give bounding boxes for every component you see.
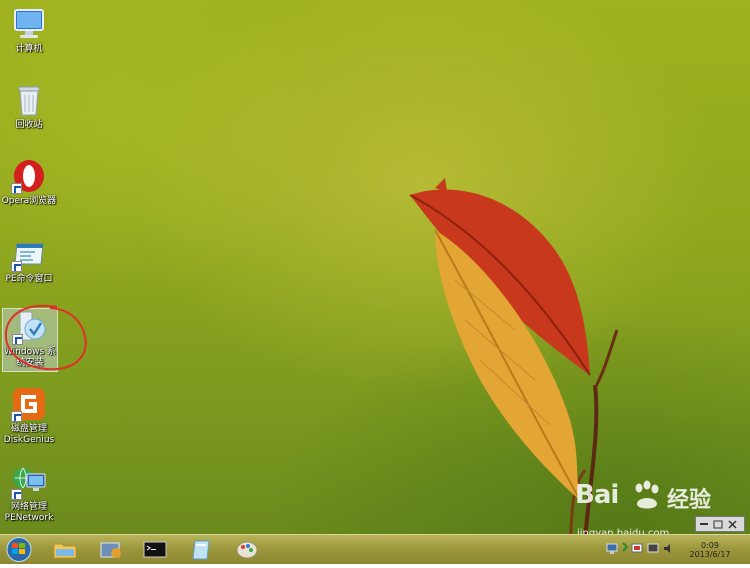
desktop-icon-label: PE命令窗口 <box>5 274 53 284</box>
pe-network-icon <box>11 464 47 500</box>
pe-command-window-icon <box>11 236 47 272</box>
flag-tray-icon[interactable] <box>631 543 643 553</box>
watermark-logo: Bai <box>575 480 619 510</box>
taskbar-clock[interactable]: 0:09 2013/6/17 <box>680 541 740 559</box>
taskbar-settings-app[interactable] <box>96 537 126 562</box>
clock-time: 0:09 <box>701 541 719 550</box>
computer-icon <box>11 6 47 42</box>
display-tray-icon[interactable] <box>647 543 659 553</box>
desktop-icon-windows-install[interactable]: Windows 系 统安装 <box>2 308 58 372</box>
desktop-icon-label: DiskGenius <box>3 435 55 445</box>
desktop-icon-label: 回收站 <box>15 120 43 130</box>
desktop-icon-diskgenius[interactable]: 磁盘管理 DiskGenius <box>0 386 58 446</box>
desktop-icon-label: 统安装 <box>16 358 44 368</box>
clock-date: 2013/6/17 <box>689 550 731 559</box>
volume-tray-icon[interactable] <box>664 544 670 553</box>
windows-start-orb-icon <box>6 537 32 562</box>
desktop-icon-pe-network[interactable]: 网络管理 PENetwork <box>0 464 58 524</box>
taskbar <box>0 534 750 564</box>
disk-image-icon <box>192 540 210 560</box>
desktop-icon-pe-command[interactable]: PE命令窗口 <box>0 236 58 285</box>
baidu-paw-icon <box>635 480 659 509</box>
watermark-title: 经验 <box>667 488 712 513</box>
shortcut-arrow-icon <box>11 489 22 500</box>
opera-browser-icon <box>11 158 47 194</box>
desktop-icon-computer[interactable]: 计算机 <box>0 6 58 55</box>
shortcut-arrow-icon <box>11 261 22 272</box>
taskbar-paint[interactable] <box>232 537 262 562</box>
folder-icon <box>53 543 77 559</box>
desktop-icon-label: Windows 系 <box>3 347 57 357</box>
start-button[interactable] <box>3 536 35 563</box>
diskgenius-icon <box>11 386 47 422</box>
desktop-icon-opera[interactable]: Opera浏览器 <box>0 158 58 207</box>
cmd-icon <box>143 541 167 558</box>
paint-palette-icon <box>236 541 258 559</box>
desktop-icon-recycle-bin[interactable]: 回收站 <box>0 82 58 131</box>
shortcut-arrow-icon <box>11 183 22 194</box>
taskbar-explorer[interactable] <box>50 537 80 562</box>
shortcut-arrow-icon <box>12 334 23 345</box>
usb-tray-icon[interactable] <box>622 542 629 552</box>
recycle-bin-icon <box>11 82 47 118</box>
mini-window[interactable] <box>695 516 745 532</box>
desktop-icon-label: 磁盘管理 <box>10 424 47 434</box>
system-tool-icon <box>100 542 121 558</box>
desktop-icon-label: Opera浏览器 <box>1 196 57 206</box>
shortcut-arrow-icon <box>11 411 22 422</box>
windows-install-icon <box>12 309 48 345</box>
desktop-icon-label: 网络管理 <box>10 502 47 512</box>
desktop-background: 计算机 回收站 Opera浏览器 PE命令窗口 Windows 系 统安装 磁盘… <box>0 0 750 540</box>
window-controls-icon <box>700 520 737 529</box>
system-tray <box>604 535 680 564</box>
desktop-icon-label: PENetwork <box>4 513 54 523</box>
desktop-icon-label: 计算机 <box>15 44 43 54</box>
taskbar-command-prompt[interactable] <box>140 537 170 562</box>
network-tray-icon[interactable] <box>606 543 618 554</box>
taskbar-ghost-tool[interactable] <box>187 537 217 562</box>
